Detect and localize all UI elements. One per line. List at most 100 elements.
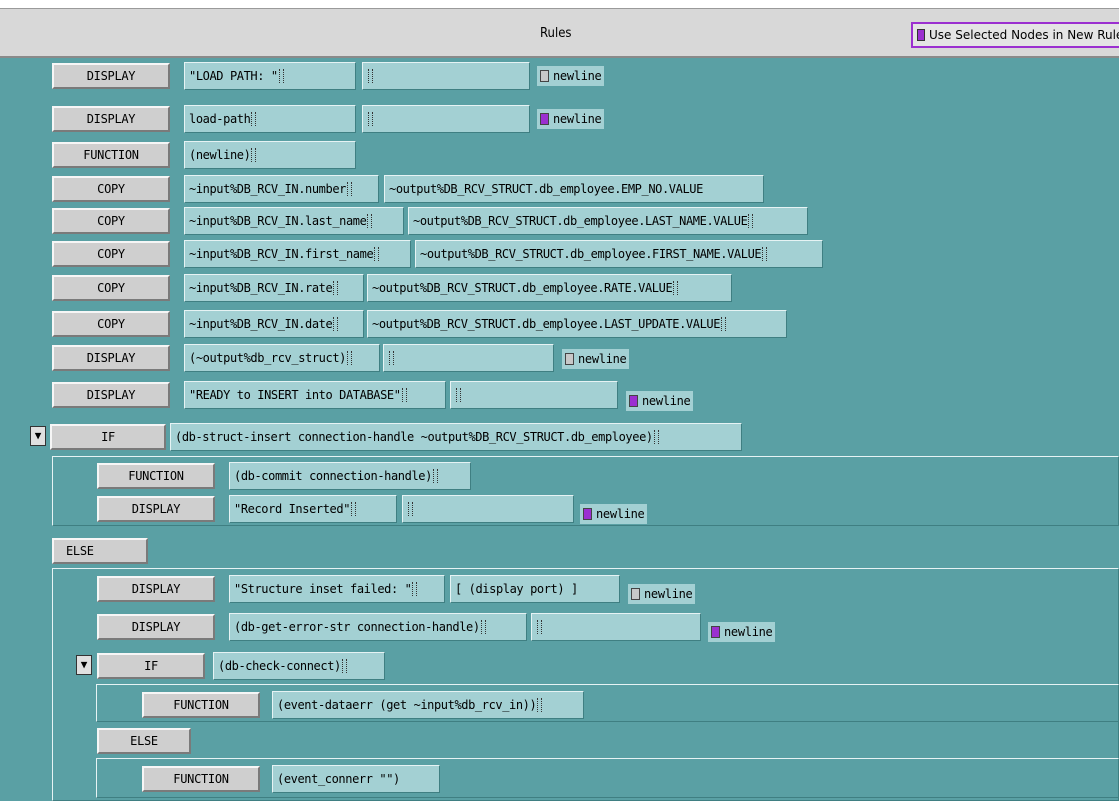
rule-arg2-field[interactable]: ~output%DB_RCV_STRUCT.db_employee.FIRST_… [415, 240, 823, 268]
newline-label: newline [642, 394, 691, 408]
rule-arg1-field[interactable]: (newline) [184, 141, 356, 169]
rule-arg1-text: (db-check-connect) [218, 659, 341, 673]
rule-arg2-text: ~output%DB_RCV_STRUCT.db_employee.RATE.V… [372, 281, 673, 295]
rule-op-button[interactable]: IF [50, 424, 166, 450]
rule-arg2-text: ~output%DB_RCV_STRUCT.db_employee.EMP_NO… [389, 182, 703, 196]
rule-arg1-field[interactable]: (~output%db_rcv_struct) [184, 344, 380, 372]
rule-arg1-field[interactable]: ~input%DB_RCV_IN.last_name [184, 207, 404, 235]
rules-title-bar: Rules Use Selected Nodes in New Rules [0, 8, 1119, 58]
rule-op-button[interactable]: COPY [52, 208, 170, 234]
rule-arg1-field[interactable]: ~input%DB_RCV_IN.first_name [184, 240, 411, 268]
rule-arg1-text: "Structure inset failed: " [234, 582, 412, 596]
rule-op-button[interactable]: FUNCTION [142, 766, 260, 792]
rule-arg1-field[interactable]: "Structure inset failed: " [229, 575, 445, 603]
newline-toggle[interactable]: newline [626, 391, 694, 411]
rule-arg2-text: [ (display port) ] [455, 582, 578, 596]
rule-arg1-text: ~input%DB_RCV_IN.number [189, 182, 346, 196]
checkbox-icon [540, 113, 549, 125]
checkbox-icon [565, 353, 574, 365]
rule-arg2-field[interactable] [383, 344, 554, 372]
checkbox-icon [540, 70, 549, 82]
rule-arg2-field[interactable] [362, 62, 530, 90]
checkbox-icon [629, 395, 638, 407]
rule-arg1-field[interactable]: (event-dataerr (get ~input%db_rcv_in)) [272, 691, 584, 719]
rule-arg2-field[interactable]: [ (display port) ] [450, 575, 620, 603]
else-button[interactable]: ELSE [52, 538, 148, 564]
checkbox-icon [583, 508, 592, 520]
rule-op-button[interactable]: DISPLAY [52, 345, 170, 371]
rule-arg1-text: ~input%DB_RCV_IN.date [189, 317, 333, 331]
collapse-toggle-icon[interactable]: ▼ [76, 655, 92, 675]
rule-arg2-field[interactable] [531, 613, 701, 641]
newline-toggle[interactable]: newline [562, 349, 630, 369]
newline-label: newline [578, 352, 627, 366]
newline-label: newline [596, 507, 645, 521]
rule-arg1-field[interactable]: (db-get-error-str connection-handle) [229, 613, 527, 641]
rule-op-button[interactable]: DISPLAY [52, 382, 170, 408]
rule-op-button[interactable]: IF [97, 653, 205, 679]
else-button[interactable]: ELSE [97, 728, 191, 754]
rule-arg1-text: (newline) [189, 148, 251, 162]
rule-arg1-text: ~input%DB_RCV_IN.rate [189, 281, 333, 295]
rule-op-button[interactable]: FUNCTION [97, 463, 215, 489]
newline-toggle[interactable]: newline [628, 584, 696, 604]
rule-arg1-text: (event_connerr "") [277, 772, 400, 786]
rule-arg1-text: load-path [189, 112, 251, 126]
rule-op-button[interactable]: DISPLAY [97, 496, 215, 522]
newline-toggle[interactable]: newline [708, 622, 776, 642]
rule-arg1-field[interactable]: ~input%DB_RCV_IN.number [184, 175, 379, 203]
newline-toggle[interactable]: newline [537, 66, 605, 86]
rule-arg2-field[interactable]: ~output%DB_RCV_STRUCT.db_employee.EMP_NO… [384, 175, 764, 203]
rule-op-button[interactable]: FUNCTION [52, 142, 170, 168]
rule-arg2-field[interactable] [362, 105, 530, 133]
rule-arg1-text: ~input%DB_RCV_IN.last_name [189, 214, 367, 228]
collapse-toggle-icon[interactable]: ▼ [30, 426, 46, 446]
rule-arg2-text: ~output%DB_RCV_STRUCT.db_employee.LAST_N… [413, 214, 748, 228]
rule-arg2-field[interactable]: ~output%DB_RCV_STRUCT.db_employee.RATE.V… [367, 274, 732, 302]
newline-label: newline [553, 112, 602, 126]
rule-arg1-text: "LOAD PATH: " [189, 69, 278, 83]
rule-op-button[interactable]: DISPLAY [52, 106, 170, 132]
rule-op-button[interactable]: DISPLAY [97, 576, 215, 602]
rule-arg2-text: ~output%DB_RCV_STRUCT.db_employee.LAST_U… [372, 317, 721, 331]
rule-arg1-text: (~output%db_rcv_struct) [189, 351, 346, 365]
rule-arg2-field[interactable] [402, 495, 574, 523]
rule-op-button[interactable]: COPY [52, 311, 170, 337]
rule-arg1-text: "READY to INSERT into DATABASE" [189, 388, 401, 402]
checkbox-icon [631, 588, 640, 600]
checkbox-icon [711, 626, 720, 638]
newline-toggle[interactable]: newline [537, 109, 605, 129]
rule-arg2-field[interactable] [450, 381, 618, 409]
rule-op-button[interactable]: COPY [52, 275, 170, 301]
rule-op-button[interactable]: DISPLAY [97, 614, 215, 640]
rule-arg1-field[interactable]: "Record Inserted" [229, 495, 397, 523]
rule-arg1-text: "Record Inserted" [234, 502, 351, 516]
newline-label: newline [644, 587, 693, 601]
rule-arg1-text: (db-get-error-str connection-handle) [234, 620, 480, 634]
rule-arg2-field[interactable]: ~output%DB_RCV_STRUCT.db_employee.LAST_N… [408, 207, 808, 235]
rule-arg2-field[interactable]: ~output%DB_RCV_STRUCT.db_employee.LAST_U… [367, 310, 787, 338]
rule-op-button[interactable]: FUNCTION [142, 692, 260, 718]
use-selected-nodes-toggle[interactable]: Use Selected Nodes in New Rules [911, 22, 1119, 48]
rule-arg1-text: (event-dataerr (get ~input%db_rcv_in)) [277, 698, 537, 712]
rule-arg1-field[interactable]: (db-commit connection-handle) [229, 462, 471, 490]
rule-arg1-text: ~input%DB_RCV_IN.first_name [189, 247, 374, 261]
rule-arg1-field[interactable]: "READY to INSERT into DATABASE" [184, 381, 446, 409]
rule-arg1-field[interactable]: load-path [184, 105, 356, 133]
rule-arg1-field[interactable]: ~input%DB_RCV_IN.rate [184, 274, 364, 302]
rule-arg1-field[interactable]: (event_connerr "") [272, 765, 440, 793]
rule-arg2-text: ~output%DB_RCV_STRUCT.db_employee.FIRST_… [420, 247, 762, 261]
page-title: Rules [540, 26, 572, 41]
rule-arg1-field[interactable]: (db-struct-insert connection-handle ~out… [170, 423, 742, 451]
checkbox-icon [917, 29, 925, 41]
rules-canvas: DISPLAY "LOAD PATH: " newline DISPLAY lo… [0, 58, 1119, 801]
rule-arg1-field[interactable]: ~input%DB_RCV_IN.date [184, 310, 364, 338]
newline-toggle[interactable]: newline [580, 504, 648, 524]
rule-op-button[interactable]: COPY [52, 176, 170, 202]
rule-arg1-field[interactable]: "LOAD PATH: " [184, 62, 356, 90]
newline-label: newline [724, 625, 773, 639]
rule-op-button[interactable]: COPY [52, 241, 170, 267]
rule-op-button[interactable]: DISPLAY [52, 63, 170, 89]
rule-arg1-field[interactable]: (db-check-connect) [213, 652, 385, 680]
rule-arg1-text: (db-commit connection-handle) [234, 469, 432, 483]
